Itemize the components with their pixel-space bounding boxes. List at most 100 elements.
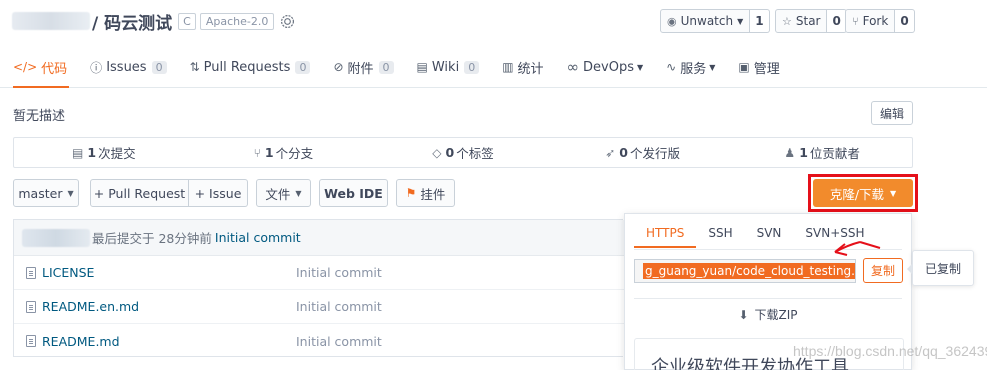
clone-url-field[interactable]: g_guang_yuan/code_cloud_testing.git [634,259,856,283]
last-commit-time: 最后提交于 28分钟前 [92,231,212,246]
devops-icon: ∞ [566,58,580,76]
tab-code[interactable]: </> 代码 [13,46,70,88]
repo-title[interactable]: / 码云测试 [92,9,172,34]
stat-number: 0 [445,145,455,160]
file-icon [26,335,36,347]
tab-devops[interactable]: ∞ DevOps ▼ [567,46,644,88]
release-icon: ➶ [605,145,616,160]
stat-number: 1 [87,145,97,160]
file-row[interactable]: README.md Initial commit [14,324,624,358]
pull-request-icon: ⇅ [189,60,200,74]
tab-count: 0 [151,60,167,74]
web-ide-button[interactable]: Web IDE [319,179,388,207]
tab-manage[interactable]: ▣ 管理 [738,46,779,88]
watch-count[interactable]: 1 [750,9,770,33]
fork-button[interactable]: ⑂ Fork [845,9,896,33]
attachment-icon: ⊘ [333,60,344,74]
tab-https[interactable]: HTTPS [634,222,697,248]
file-icon [26,266,36,279]
clone-download-button[interactable]: 克隆/下载 ▼ [813,179,913,207]
stat-contributors[interactable]: ♟ 1 位贡献者 [732,138,912,167]
file-row[interactable]: LICENSE Initial commit [14,256,624,290]
tab-svn[interactable]: SVN [745,222,794,248]
last-commit-message[interactable]: Initial commit [215,230,301,245]
chevron-down-icon: ▼ [67,188,74,198]
tab-wiki[interactable]: ▤ Wiki 0 [417,46,480,88]
clone-url-selected-text: g_guang_yuan/code_cloud_testing.git [643,263,855,279]
manage-icon: ▣ [738,60,750,74]
stat-branches[interactable]: ⑂ 1 个分支 [194,138,374,167]
tab-label: 统计 [517,61,544,77]
new-pull-request-button[interactable]: + Pull Request [90,179,189,207]
tab-stats[interactable]: ▥ 统计 [502,46,543,88]
tab-attachments[interactable]: ⊘ 附件 0 [333,46,394,88]
eye-icon: ◉ [667,14,677,28]
fork-label: Fork [862,14,889,28]
tab-count: 0 [295,60,311,74]
widget-button[interactable]: ⚑ 挂件 [396,179,455,207]
divider [634,249,902,250]
stat-tags[interactable]: ◇ 0 个标签 [373,138,553,167]
star-group: ☆ Star 0 [775,9,847,33]
tab-svn-ssh[interactable]: SVN+SSH [793,222,876,248]
file-commit-message[interactable]: Initial commit [296,265,382,280]
file-name[interactable]: LICENSE [42,265,292,280]
copy-url-button[interactable]: 复制 [863,258,903,283]
repo-tabs: </> 代码 ⓘ Issues 0 ⇅ Pull Requests 0 ⊘ 附件… [13,46,803,88]
stat-label: 次提交 [98,146,136,161]
unwatch-button[interactable]: ◉ Unwatch ▼ [660,9,751,33]
star-button[interactable]: ☆ Star [775,9,828,33]
copied-tooltip: 已复制 [907,250,974,286]
owner-name-blurred[interactable] [12,12,90,30]
new-issue-button[interactable]: + Issue [189,179,248,207]
chevron-down-icon: ▼ [637,62,644,72]
pulse-icon: ∿ [666,60,677,74]
stat-number: 0 [619,145,628,160]
tab-services[interactable]: ∿ 服务 ▼ [666,46,715,88]
star-count[interactable]: 0 [827,9,847,33]
divider [634,298,902,299]
unwatch-label: Unwatch [680,14,734,28]
clone-protocol-tabs: HTTPS SSH SVN SVN+SSH [634,222,877,248]
tab-label: DevOps [583,59,635,75]
contributors-icon: ♟ [784,145,796,160]
clone-highlight-box: 克隆/下载 ▼ [808,174,918,212]
code-icon: </> [13,60,38,74]
fork-count[interactable]: 0 [895,9,915,33]
stat-commits[interactable]: ▤ 1 次提交 [14,138,194,167]
file-name[interactable]: README.en.md [42,299,292,314]
tab-count: 0 [378,60,394,74]
committer-avatar-blurred[interactable] [22,228,90,247]
tab-issues[interactable]: ⓘ Issues 0 [90,46,167,88]
file-menu-label: 文件 [265,186,291,202]
file-menu-button[interactable]: 文件 ▼ [256,179,311,207]
tab-count: 0 [464,60,480,74]
watermark: https://blog.csdn.net/qq_36243942 [793,343,987,359]
file-row[interactable]: README.en.md Initial commit [14,290,624,324]
tab-pull-requests[interactable]: ⇅ Pull Requests 0 [190,46,311,88]
license-badge[interactable]: Apache-2.0 [199,12,275,30]
branch-label: master [18,185,63,201]
fork-group: ⑂ Fork 0 [845,9,915,33]
stat-label: 个分支 [275,146,314,161]
file-commit-message[interactable]: Initial commit [296,334,382,349]
file-name[interactable]: README.md [42,334,292,349]
download-zip-link[interactable]: ⬇ 下载ZIP [625,306,911,323]
stats-icon: ▥ [502,60,514,74]
fork-icon: ⑂ [852,14,859,28]
stat-number: 1 [264,145,274,160]
file-icon [26,300,36,313]
stat-releases[interactable]: ➶ 0 个发行版 [553,138,733,167]
tab-ssh[interactable]: SSH [696,222,744,248]
tab-label: 代码 [41,61,68,77]
bookmark-icon: ⚑ [405,186,417,200]
tab-label: Issues [106,59,147,75]
stat-label: 个标签 [456,146,494,161]
edit-description-button[interactable]: 编辑 [871,101,913,125]
file-commit-message[interactable]: Initial commit [296,299,382,314]
file-list: 最后提交于 28分钟前 Initial commit LICENSE Initi… [13,219,624,358]
tab-label: Wiki [431,59,460,75]
download-zip-label: 下载ZIP [754,308,798,322]
repo-title-row: / 码云测试 C Apache-2.0 [12,8,295,34]
branch-select[interactable]: master ▼ [13,179,79,207]
